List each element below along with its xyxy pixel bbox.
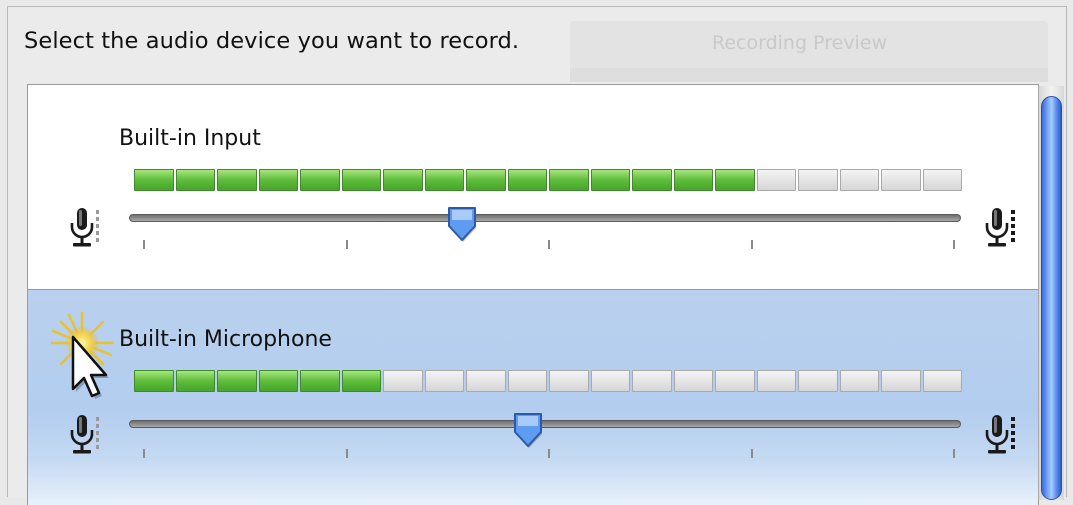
meter-segment xyxy=(839,169,879,191)
slider-tick xyxy=(345,240,348,249)
meter-segment xyxy=(341,169,381,191)
meter-segment xyxy=(134,169,174,191)
meter-segment xyxy=(341,370,381,392)
meter-segment xyxy=(756,370,796,392)
device-label: Built-in Microphone xyxy=(119,327,332,352)
microphone-low-icon xyxy=(70,208,99,247)
slider-tick xyxy=(548,449,550,458)
device-row-built-in-microphone[interactable]: Built-in Microphone xyxy=(28,290,1038,505)
meter-segment xyxy=(466,370,506,392)
slider-tick xyxy=(143,240,145,249)
volume-slider-knob[interactable] xyxy=(446,205,478,243)
meter-segment xyxy=(922,169,962,191)
meter-segment xyxy=(881,169,921,191)
meter-segment xyxy=(839,370,879,392)
slider-ticks xyxy=(143,449,955,459)
meter-segment xyxy=(383,370,423,392)
meter-segment xyxy=(798,169,838,191)
background-window-toolbar xyxy=(570,68,1048,82)
meter-segment xyxy=(134,370,174,392)
device-list: Built-in Input Built-in Microphone xyxy=(27,84,1039,505)
meter-segment xyxy=(590,169,630,191)
meter-segment xyxy=(715,169,755,191)
slider-ticks xyxy=(143,240,955,250)
meter-segment xyxy=(175,169,215,191)
instruction-text: Select the audio device you want to reco… xyxy=(24,28,520,54)
microphone-high-icon xyxy=(985,208,1015,247)
microphone-high-icon xyxy=(985,415,1015,454)
meter-segment xyxy=(673,370,713,392)
meter-segment xyxy=(300,370,340,392)
meter-segment xyxy=(507,370,547,392)
volume-slider-track[interactable] xyxy=(129,420,961,428)
meter-segment xyxy=(590,370,630,392)
meter-segment xyxy=(424,169,464,191)
meter-segment xyxy=(798,370,838,392)
meter-segment xyxy=(217,169,257,191)
volume-slider-track[interactable] xyxy=(129,214,961,222)
slider-tick xyxy=(750,240,753,249)
device-row-built-in-input[interactable]: Built-in Input xyxy=(28,85,1038,290)
background-window-title: Recording Preview xyxy=(712,32,888,54)
device-label: Built-in Input xyxy=(119,126,261,151)
level-meter xyxy=(134,169,962,191)
meter-segment xyxy=(881,370,921,392)
arrow-cursor-icon xyxy=(50,311,114,399)
meter-segment xyxy=(549,169,589,191)
meter-segment xyxy=(549,370,589,392)
meter-segment xyxy=(424,370,464,392)
volume-slider-knob[interactable] xyxy=(512,411,544,449)
vertical-scrollbar[interactable] xyxy=(1038,86,1064,500)
meter-segment xyxy=(673,169,713,191)
meter-segment xyxy=(715,370,755,392)
meter-segment xyxy=(756,169,796,191)
scrollbar-thumb[interactable] xyxy=(1041,96,1062,500)
slider-tick xyxy=(953,449,955,458)
meter-segment xyxy=(258,169,298,191)
meter-segment xyxy=(466,169,506,191)
meter-segment xyxy=(507,169,547,191)
level-meter xyxy=(134,370,962,392)
meter-segment xyxy=(383,169,423,191)
slider-tick xyxy=(345,449,348,458)
meter-segment xyxy=(300,169,340,191)
meter-segment xyxy=(632,370,672,392)
slider-tick xyxy=(953,240,955,249)
slider-tick xyxy=(143,449,145,458)
meter-segment xyxy=(217,370,257,392)
meter-segment xyxy=(258,370,298,392)
slider-tick xyxy=(750,449,753,458)
meter-segment xyxy=(175,370,215,392)
meter-segment xyxy=(632,169,672,191)
slider-tick xyxy=(548,240,550,249)
microphone-low-icon xyxy=(70,415,99,454)
meter-segment xyxy=(922,370,962,392)
